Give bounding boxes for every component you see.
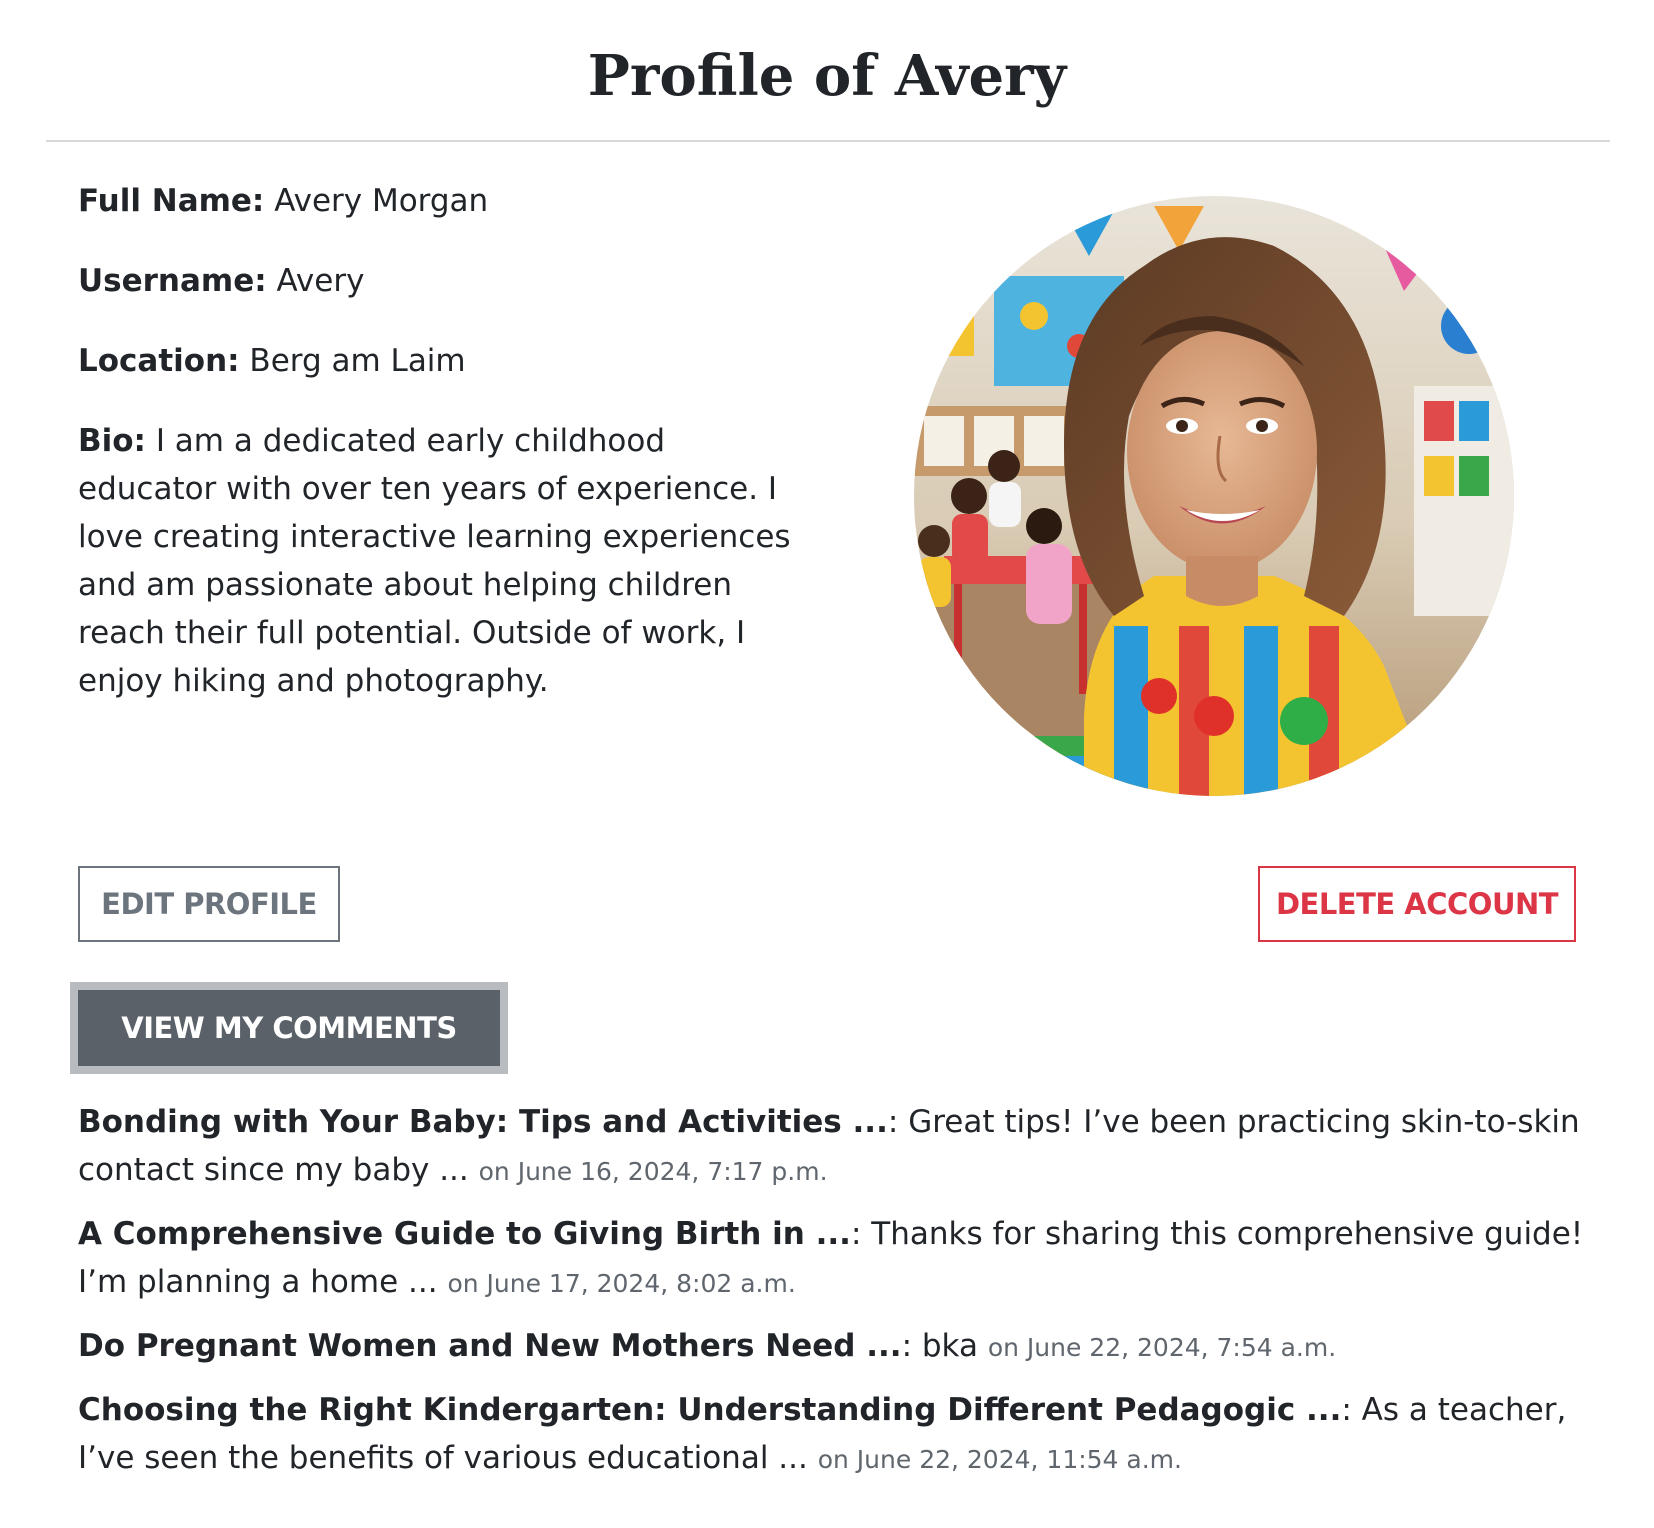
username-value: Avery: [276, 263, 365, 299]
view-comments-button[interactable]: VIEW MY COMMENTS: [78, 990, 500, 1066]
edit-profile-button[interactable]: EDIT PROFILE: [78, 866, 340, 942]
comment-separator: :: [887, 1104, 899, 1140]
title-divider: [46, 140, 1610, 142]
page-title: Profile of Avery: [587, 43, 1067, 109]
comment-item: Choosing the Right Kindergarten: Underst…: [78, 1386, 1598, 1484]
comment-title: Do Pregnant Women and New Mothers Need .…: [78, 1328, 902, 1364]
comment-date: on June 17, 2024, 8:02 a.m.: [447, 1269, 796, 1298]
location-value: Berg am Laim: [249, 343, 466, 379]
username-label: Username:: [78, 263, 267, 299]
delete-account-button[interactable]: DELETE ACCOUNT: [1258, 866, 1576, 942]
comment-text: bka: [921, 1328, 978, 1364]
comment-title: Bonding with Your Baby: Tips and Activit…: [78, 1104, 888, 1140]
username-row: Username: Avery: [78, 257, 798, 305]
comment-separator: :: [1341, 1392, 1352, 1428]
bio-label: Bio:: [78, 423, 146, 459]
comment-date: on June 16, 2024, 7:17 p.m.: [478, 1157, 828, 1186]
comment-separator: :: [901, 1328, 913, 1364]
avatar: [914, 196, 1514, 796]
profile-photo-icon: [914, 196, 1514, 796]
full-name-value: Avery Morgan: [274, 183, 489, 219]
comment-date: on June 22, 2024, 7:54 a.m.: [987, 1333, 1337, 1362]
bio-row: Bio: I am a dedicated early childhood ed…: [78, 417, 798, 705]
comment-item: Bonding with Your Baby: Tips and Activit…: [78, 1098, 1598, 1196]
comment-title: Choosing the Right Kindergarten: Underst…: [78, 1392, 1342, 1428]
full-name-label: Full Name:: [78, 183, 265, 219]
comment-item: A Comprehensive Guide to Giving Birth in…: [78, 1210, 1598, 1308]
full-name-row: Full Name: Avery Morgan: [78, 177, 798, 225]
comment-title: A Comprehensive Guide to Giving Birth in…: [78, 1216, 851, 1252]
comment-date: on June 22, 2024, 11:54 a.m.: [817, 1445, 1182, 1474]
location-row: Location: Berg am Laim: [78, 337, 798, 385]
location-label: Location:: [78, 343, 240, 379]
bio-text: I am a dedicated early childhood educato…: [78, 423, 791, 699]
comment-separator: :: [850, 1216, 862, 1252]
comment-item: Do Pregnant Women and New Mothers Need .…: [78, 1322, 1598, 1372]
